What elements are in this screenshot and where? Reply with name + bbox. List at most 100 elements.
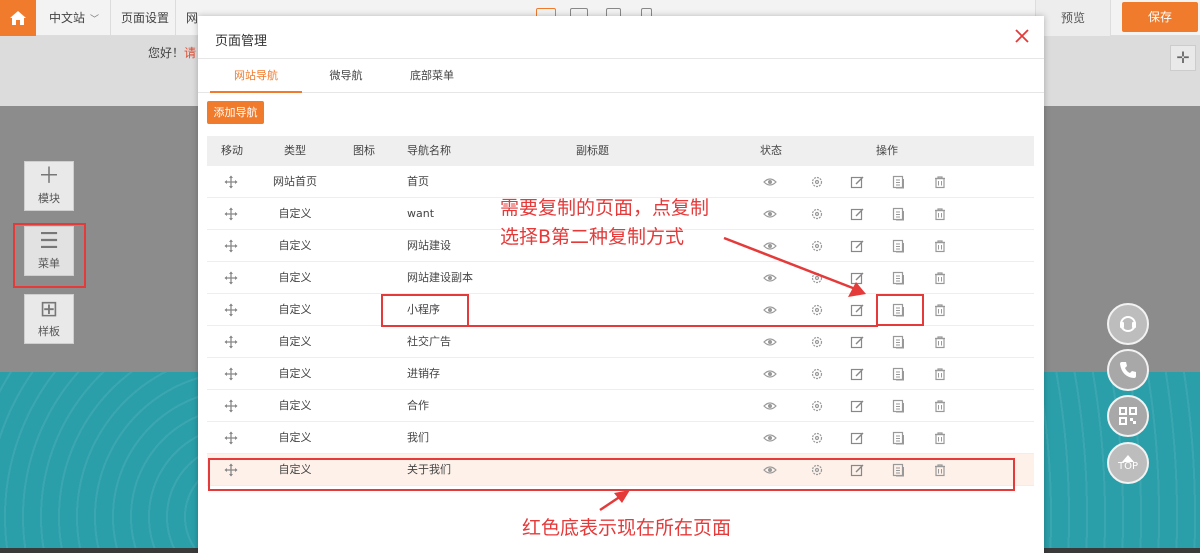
row-nav-name: 我们 bbox=[407, 431, 429, 444]
table-row: 自定义 社交广告 bbox=[207, 326, 1034, 358]
page-settings-menu[interactable]: 页面设置 bbox=[121, 0, 169, 36]
visibility-eye-icon[interactable] bbox=[763, 431, 777, 445]
module-tool[interactable]: ＋ 模块 bbox=[24, 161, 74, 211]
delete-trash-icon[interactable] bbox=[933, 335, 947, 349]
annotation-box-menu bbox=[13, 223, 86, 288]
copy-icon[interactable] bbox=[892, 367, 906, 381]
add-panel-button[interactable]: ✛ bbox=[1170, 45, 1196, 71]
back-to-top-button[interactable]: TOP bbox=[1107, 442, 1149, 484]
qrcode-button[interactable] bbox=[1107, 395, 1149, 437]
delete-trash-icon[interactable] bbox=[933, 367, 947, 381]
edit-icon[interactable] bbox=[850, 431, 864, 445]
edit-icon[interactable] bbox=[850, 367, 864, 381]
settings-gear-icon[interactable] bbox=[810, 431, 824, 445]
greeting: 您好！ bbox=[148, 46, 185, 60]
notice-link[interactable]: 请 bbox=[184, 46, 196, 60]
row-nav-name: want bbox=[407, 207, 435, 220]
table-row: 自定义 我们 bbox=[207, 422, 1034, 454]
drag-handle-icon[interactable] bbox=[224, 399, 238, 413]
visibility-eye-icon[interactable] bbox=[763, 207, 777, 221]
settings-gear-icon[interactable] bbox=[810, 175, 824, 189]
visibility-eye-icon[interactable] bbox=[763, 303, 777, 317]
edit-icon[interactable] bbox=[850, 207, 864, 221]
drag-handle-icon[interactable] bbox=[224, 175, 238, 189]
visibility-eye-icon[interactable] bbox=[763, 271, 777, 285]
edit-icon[interactable] bbox=[850, 239, 864, 253]
delete-trash-icon[interactable] bbox=[933, 431, 947, 445]
preview-button[interactable]: 预览 bbox=[1035, 0, 1111, 36]
save-button[interactable]: 保存 bbox=[1122, 2, 1198, 32]
copy-icon[interactable] bbox=[892, 271, 906, 285]
table-row: 网站首页 首页 bbox=[207, 166, 1034, 198]
close-icon[interactable] bbox=[1014, 28, 1030, 44]
copy-icon[interactable] bbox=[892, 431, 906, 445]
customer-service-button[interactable] bbox=[1107, 303, 1149, 345]
row-type: 自定义 bbox=[278, 239, 312, 252]
delete-trash-icon[interactable] bbox=[933, 239, 947, 253]
settings-gear-icon[interactable] bbox=[810, 207, 824, 221]
home-button[interactable] bbox=[0, 0, 36, 36]
visibility-eye-icon[interactable] bbox=[763, 239, 777, 253]
module-label: 模块 bbox=[38, 192, 60, 205]
tab-bar: 网站导航 微导航 底部菜单 bbox=[198, 59, 1044, 93]
phone-button[interactable] bbox=[1107, 349, 1149, 391]
settings-gear-icon[interactable] bbox=[810, 239, 824, 253]
drag-handle-icon[interactable] bbox=[224, 207, 238, 221]
row-type: 网站首页 bbox=[273, 175, 317, 188]
site-selector[interactable]: 中文站 ﹀ bbox=[49, 0, 99, 36]
tab-micro-nav[interactable]: 微导航 bbox=[316, 59, 376, 93]
tab-site-nav[interactable]: 网站导航 bbox=[210, 59, 302, 93]
edit-icon[interactable] bbox=[850, 175, 864, 189]
edit-icon[interactable] bbox=[850, 271, 864, 285]
drag-handle-icon[interactable] bbox=[224, 239, 238, 253]
drag-handle-icon[interactable] bbox=[224, 431, 238, 445]
dialog-title: 页面管理 bbox=[215, 34, 268, 49]
annotation-box-name bbox=[381, 294, 469, 327]
delete-trash-icon[interactable] bbox=[933, 399, 947, 413]
row-type: 自定义 bbox=[278, 367, 312, 380]
annotation-text-copy: 需要复制的页面，点复制 bbox=[500, 197, 710, 219]
template-tool[interactable]: ⊞ 样板 bbox=[24, 294, 74, 344]
top-label: TOP bbox=[1117, 460, 1138, 472]
drag-handle-icon[interactable] bbox=[224, 271, 238, 285]
settings-gear-icon[interactable] bbox=[810, 399, 824, 413]
copy-icon[interactable] bbox=[892, 175, 906, 189]
delete-trash-icon[interactable] bbox=[933, 175, 947, 189]
visibility-eye-icon[interactable] bbox=[763, 399, 777, 413]
settings-gear-icon[interactable] bbox=[810, 303, 824, 317]
table-row: 自定义 网站建设副本 bbox=[207, 262, 1034, 294]
row-type: 自定义 bbox=[278, 303, 312, 316]
col-subtitle: 副标题 bbox=[576, 144, 609, 157]
edit-icon[interactable] bbox=[850, 399, 864, 413]
row-nav-name: 合作 bbox=[407, 399, 429, 412]
visibility-eye-icon[interactable] bbox=[763, 335, 777, 349]
delete-trash-icon[interactable] bbox=[933, 303, 947, 317]
greeting-text: 您好！请 bbox=[148, 44, 196, 61]
headset-icon bbox=[1120, 316, 1136, 332]
site-manage-menu[interactable]: 网站管理 bbox=[186, 0, 198, 36]
delete-trash-icon[interactable] bbox=[933, 207, 947, 221]
drag-handle-icon[interactable] bbox=[224, 335, 238, 349]
drag-handle-icon[interactable] bbox=[224, 367, 238, 381]
settings-gear-icon[interactable] bbox=[810, 367, 824, 381]
tab-footer-menu[interactable]: 底部菜单 bbox=[400, 59, 464, 93]
site-label: 中文站 bbox=[49, 11, 86, 25]
edit-icon[interactable] bbox=[850, 335, 864, 349]
add-nav-button[interactable]: 添加导航 bbox=[207, 101, 264, 124]
visibility-eye-icon[interactable] bbox=[763, 367, 777, 381]
copy-icon[interactable] bbox=[892, 207, 906, 221]
visibility-eye-icon[interactable] bbox=[763, 175, 777, 189]
copy-icon[interactable] bbox=[892, 335, 906, 349]
drag-handle-icon[interactable] bbox=[224, 303, 238, 317]
divider bbox=[110, 0, 111, 36]
settings-gear-icon[interactable] bbox=[810, 335, 824, 349]
copy-icon[interactable] bbox=[892, 399, 906, 413]
copy-icon[interactable] bbox=[892, 239, 906, 253]
row-nav-name: 社交广告 bbox=[407, 335, 451, 348]
table-row: 自定义 进销存 bbox=[207, 358, 1034, 390]
annotation-text-method: 选择B第二种复制方式 bbox=[500, 226, 685, 248]
qrcode-icon bbox=[1119, 407, 1137, 425]
settings-gear-icon[interactable] bbox=[810, 271, 824, 285]
delete-trash-icon[interactable] bbox=[933, 271, 947, 285]
edit-icon[interactable] bbox=[850, 303, 864, 317]
